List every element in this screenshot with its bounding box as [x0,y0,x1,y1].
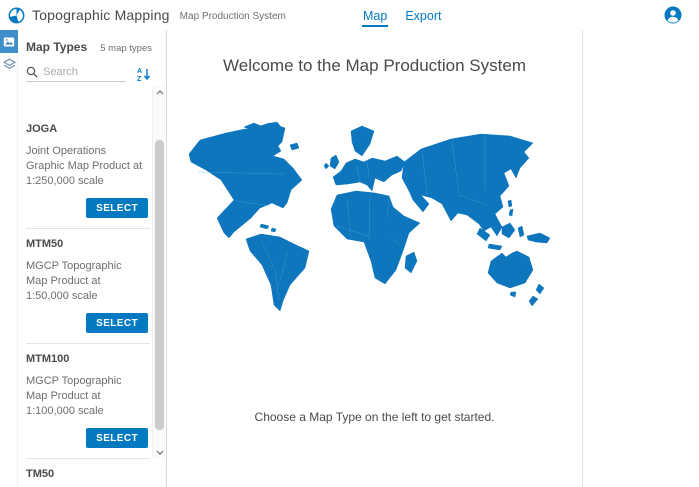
map-type-description: Joint Operations Graphic Map Product at … [26,144,144,189]
svg-text:A: A [137,68,142,75]
map-types-sidebar: Map Types 5 map types A Z JOGA Joint Ope… [18,30,167,487]
map-types-panel-icon[interactable] [0,30,18,53]
scroll-up-arrow-icon[interactable] [153,86,166,98]
app-title: Topographic Mapping [32,7,170,23]
svg-text:Z: Z [137,76,142,82]
app-header: Topographic Mapping Map Production Syste… [0,0,699,30]
list-item-tm50: TM50 Topographic Map Product at 1:50,000… [26,459,150,487]
tab-export[interactable]: Export [404,3,442,28]
instruction-text: Choose a Map Type on the left to get sta… [167,410,582,424]
layers-panel-icon[interactable] [0,53,18,76]
layers-icon [3,58,16,71]
list-item-mtm50: MTM50 MGCP Topographic Map Product at 1:… [26,229,150,344]
tab-map[interactable]: Map [362,3,388,28]
map-type-name: MTM100 [26,353,150,365]
scrollbar-thumb[interactable] [155,140,164,430]
main-panel: Welcome to the Map Production System [167,30,583,487]
sidebar-title: Map Types [26,40,87,54]
map-type-name: TM50 [26,468,150,480]
sidebar-header: Map Types 5 map types [18,30,166,54]
map-type-description: MGCP Topographic Map Product at 1:50,000… [26,259,144,304]
search-input[interactable] [43,66,113,78]
main-tabs: Map Export [362,0,442,30]
user-avatar-icon[interactable] [664,6,682,24]
map-type-name: JOGA [26,123,150,135]
search-icon [26,66,38,78]
world-map-graphic [186,120,563,318]
map-image-icon [3,36,15,48]
search-field[interactable] [26,66,126,82]
left-icon-rail [0,30,18,487]
search-row: A Z [26,66,152,82]
list-item-joga: JOGA Joint Operations Graphic Map Produc… [26,114,150,229]
select-button-tm50-scale[interactable]: SELECT [86,428,148,448]
app-subtitle: Map Production System [180,9,286,22]
select-button-joga[interactable]: SELECT [86,198,148,218]
scroll-down-arrow-icon[interactable] [153,446,166,458]
sort-alpha-down-icon[interactable]: A Z [136,66,152,82]
map-type-name: MTM50 [26,238,150,250]
map-type-count: 5 map types [100,43,152,54]
app-brand: Topographic Mapping Map Production Syste… [8,0,286,30]
list-item-mtm100: MTM100 MGCP Topographic Map Product at 1… [26,344,150,459]
map-type-description: MGCP Topographic Map Product at 1:100,00… [26,374,144,419]
sidebar-scrollbar[interactable] [152,86,165,458]
app-logo-globe-icon [8,7,25,24]
select-button-mtm50[interactable]: SELECT [86,313,148,333]
welcome-heading: Welcome to the Map Production System [167,56,582,76]
map-type-list: JOGA Joint Operations Graphic Map Produc… [26,114,150,487]
